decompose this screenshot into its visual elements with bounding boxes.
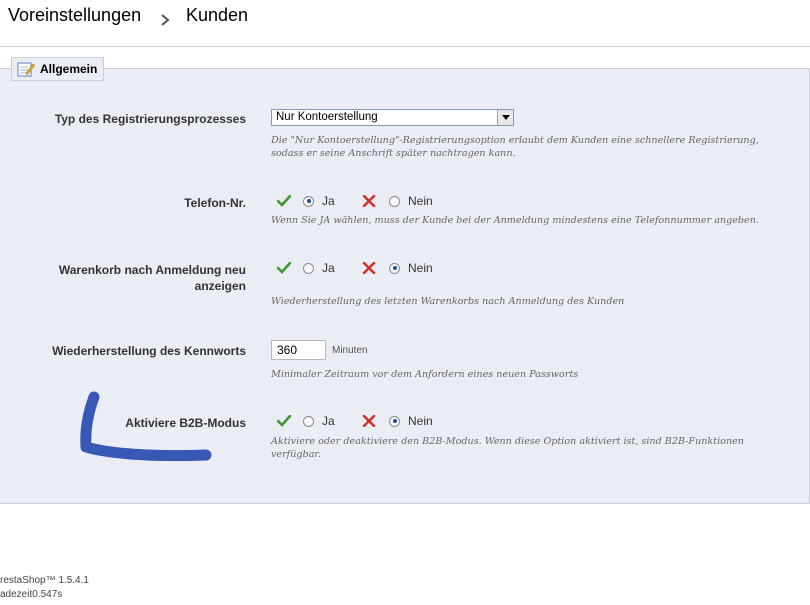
cart-no-label[interactable]: Nein: [408, 261, 433, 275]
b2b-yes-radio[interactable]: [303, 415, 314, 427]
phone-description: Wenn Sie JA wählen, muss der Kunde bei d…: [271, 215, 759, 226]
b2b-yes-label[interactable]: Ja: [322, 414, 335, 428]
b2b-mode-description: Aktiviere oder deaktiviere den B2B-Modus…: [271, 436, 744, 460]
fieldset-legend: Allgemein: [11, 57, 105, 81]
b2b-mode-label: Aktiviere B2B-Modus: [125, 416, 246, 430]
breadcrumb-parent[interactable]: Voreinstellungen: [8, 5, 141, 26]
password-recovery-unit: Minuten: [332, 345, 368, 356]
phone-yes-option[interactable]: Ja: [277, 194, 335, 208]
b2b-no-label[interactable]: Nein: [408, 414, 433, 428]
cart-yes-radio[interactable]: [303, 262, 314, 274]
chevron-right-icon: [160, 10, 170, 31]
phone-yes-label[interactable]: Ja: [322, 194, 335, 208]
password-recovery-label: Wiederherstellung des Kennworts: [52, 344, 246, 358]
cart-no-option[interactable]: Nein: [362, 261, 433, 275]
edit-note-icon: [17, 62, 35, 77]
check-icon: [277, 262, 291, 274]
password-recovery-input[interactable]: [271, 340, 326, 360]
cart-yes-label[interactable]: Ja: [322, 261, 335, 275]
registration-type-label: Typ des Registrierungsprozesses: [54, 112, 246, 126]
cart-no-radio[interactable]: [389, 262, 400, 274]
phone-no-label[interactable]: Nein: [408, 194, 433, 208]
phone-yes-radio[interactable]: [303, 195, 314, 207]
footer-load-time: adezeit0.547s: [0, 589, 63, 600]
password-recovery-description: Minimaler Zeitraum vor dem Anfordern ein…: [271, 369, 579, 380]
registration-type-description: Die "Nur Kontoerstellung"-Registrierungs…: [271, 135, 759, 159]
registration-type-select[interactable]: Nur Kontoerstellung: [271, 109, 514, 126]
page-header: Voreinstellungen Kunden: [0, 0, 810, 47]
cross-icon: [362, 415, 376, 427]
cart-description: Wiederherstellung des letzten Warenkorbs…: [271, 296, 625, 307]
chevron-down-icon[interactable]: [497, 110, 513, 125]
phone-no-radio[interactable]: [389, 195, 400, 207]
cross-icon: [362, 195, 376, 207]
cart-label: Warenkorb nach Anmeldung neu anzeigen: [58, 263, 246, 293]
breadcrumb-current: Kunden: [186, 5, 249, 25]
b2b-yes-option[interactable]: Ja: [277, 414, 335, 428]
check-icon: [277, 415, 291, 427]
b2b-no-option[interactable]: Nein: [362, 414, 433, 428]
cross-icon: [362, 262, 376, 274]
registration-type-value: Nur Kontoerstellung: [276, 111, 378, 123]
phone-label: Telefon-Nr.: [184, 196, 246, 210]
phone-no-option[interactable]: Nein: [362, 194, 433, 208]
b2b-no-radio[interactable]: [389, 415, 400, 427]
footer-version: restaShop™ 1.5.4.1: [0, 575, 89, 586]
legend-label: Allgemein: [40, 62, 98, 76]
cart-yes-option[interactable]: Ja: [277, 261, 335, 275]
check-icon: [277, 195, 291, 207]
